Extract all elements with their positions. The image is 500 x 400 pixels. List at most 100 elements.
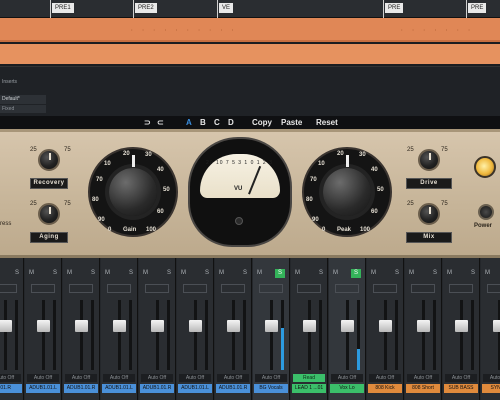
marker[interactable]: PRE [385, 3, 404, 13]
marker[interactable]: PRE [468, 3, 487, 13]
mute-button[interactable]: M [105, 270, 110, 276]
solo-button[interactable]: S [167, 270, 171, 276]
paste-button[interactable]: Paste [281, 117, 302, 128]
mute-button[interactable]: M [447, 270, 452, 276]
mute-button[interactable]: M [295, 270, 300, 276]
fader-track[interactable] [270, 300, 273, 370]
mixer-channel[interactable]: M S Auto Off ADUB1.01.L [177, 258, 214, 400]
pan-control[interactable] [0, 284, 17, 293]
mixer-channel[interactable]: M S Auto Off ADUB1.01.L [101, 258, 138, 400]
solo-button[interactable]: S [395, 270, 399, 276]
mute-button[interactable]: M [143, 270, 148, 276]
mixer-channel[interactable]: M S Read LEAD 1 ...01 [291, 258, 328, 400]
fader-cap[interactable] [0, 320, 12, 332]
fader-cap[interactable] [379, 320, 392, 332]
fader-cap[interactable] [417, 320, 430, 332]
solo-button[interactable]: S [15, 270, 19, 276]
drive-knob[interactable] [418, 149, 440, 171]
mute-button[interactable]: M [409, 270, 414, 276]
pan-control[interactable] [335, 284, 359, 293]
fader-track[interactable] [460, 300, 463, 370]
channel-name[interactable]: LEAD 1 ...01 [292, 384, 326, 393]
automation-mode[interactable]: Auto Off [27, 374, 59, 382]
fader-cap[interactable] [37, 320, 50, 332]
fader-cap[interactable] [493, 320, 500, 332]
channel-name[interactable]: SYNTH [482, 384, 500, 393]
pan-control[interactable] [297, 284, 321, 293]
automation-mode[interactable]: Auto Off [65, 374, 97, 382]
fader-cap[interactable] [113, 320, 126, 332]
solo-button[interactable]: S [471, 270, 475, 276]
channel-name[interactable]: 808 Kick [368, 384, 402, 393]
channel-name[interactable]: 808 Short [406, 384, 440, 393]
slot-a-button[interactable]: A [186, 117, 192, 128]
pan-control[interactable] [259, 284, 283, 293]
preset-selector[interactable]: Default* [0, 95, 46, 104]
mixer-channel[interactable]: MSSAuto OffVox Lo [329, 258, 366, 400]
mixer-channel[interactable]: M S Auto Off ADUB1.01.R [63, 258, 100, 400]
solo-button[interactable]: S [129, 270, 133, 276]
automation-mode[interactable]: Read [293, 374, 325, 382]
zero-adjust-screw[interactable] [235, 217, 243, 225]
fader-track[interactable] [308, 300, 311, 370]
mute-button[interactable]: M [67, 270, 72, 276]
mute-button[interactable]: M [371, 270, 376, 276]
audio-region-lane[interactable]: · · · · · · · · · · · · · · · · · [0, 18, 500, 42]
mixer-channel[interactable]: M S Auto Off 808 Short [405, 258, 442, 400]
mixer-channel[interactable]: M S Auto Off 808 Kick [367, 258, 404, 400]
fader-track[interactable] [232, 300, 235, 370]
automation-mode[interactable]: Auto Off [445, 374, 477, 382]
mute-button[interactable]: M [333, 270, 338, 276]
solo-button[interactable]: S [433, 270, 437, 276]
reset-button[interactable]: Reset [316, 117, 338, 128]
solo-button[interactable]: S [91, 270, 95, 276]
marker[interactable]: PRE2 [135, 3, 157, 13]
solo-active-button[interactable]: S [351, 269, 361, 278]
mixer-channel[interactable]: M S Auto Off SUB BASS [443, 258, 480, 400]
power-switch[interactable] [478, 204, 494, 220]
fader-track[interactable] [156, 300, 159, 370]
audio-region-lane[interactable] [0, 44, 500, 64]
fader-cap[interactable] [75, 320, 88, 332]
mixer-channel[interactable]: M S Auto Off ADUB1.01.R [215, 258, 252, 400]
slot-d-button[interactable]: D [228, 117, 234, 128]
channel-name[interactable]: ADUB1.01.L [26, 384, 60, 393]
fader-cap[interactable] [265, 320, 278, 332]
fader-track[interactable] [384, 300, 387, 370]
mixer-channel[interactable]: M S Auto Off ADUB1.01.R [139, 258, 176, 400]
solo-active-button[interactable]: S [275, 269, 285, 278]
slot-c-button[interactable]: C [214, 117, 220, 128]
fader-track[interactable] [346, 300, 349, 370]
mixer-channel[interactable]: MS Auto Off SYNTH [481, 258, 500, 400]
fader-cap[interactable] [341, 320, 354, 332]
fader-track[interactable] [4, 300, 7, 370]
channel-name[interactable]: SUB BASS [444, 384, 478, 393]
channel-name[interactable]: ADUB1.01.R [216, 384, 250, 393]
mute-button[interactable]: M [181, 270, 186, 276]
automation-mode[interactable]: Auto Off [255, 374, 287, 382]
channel-name[interactable]: ADUB1.01.L [102, 384, 136, 393]
mute-button[interactable]: M [219, 270, 224, 276]
fader-cap[interactable] [303, 320, 316, 332]
automation-mode[interactable]: Auto Off [0, 374, 21, 382]
pan-control[interactable] [449, 284, 473, 293]
fader-cap[interactable] [227, 320, 240, 332]
automation-mode[interactable]: Auto Off [407, 374, 439, 382]
automation-mode[interactable]: Auto Off [483, 374, 500, 382]
channel-name[interactable]: BG Vocals [254, 384, 288, 393]
pan-control[interactable] [411, 284, 435, 293]
redo-button[interactable]: ⊂ [157, 117, 164, 128]
pan-control[interactable] [69, 284, 93, 293]
fader-cap[interactable] [189, 320, 202, 332]
pan-control[interactable] [373, 284, 397, 293]
fader-track[interactable] [80, 300, 83, 370]
channel-name[interactable]: Vox Lo [330, 384, 364, 393]
solo-button[interactable]: S [53, 270, 57, 276]
aging-knob[interactable] [38, 203, 60, 225]
solo-button[interactable]: S [205, 270, 209, 276]
fader-cap[interactable] [455, 320, 468, 332]
mute-button[interactable]: M [485, 270, 490, 276]
fader-cap[interactable] [151, 320, 164, 332]
fader-track[interactable] [42, 300, 45, 370]
automation-mode[interactable]: Auto Off [217, 374, 249, 382]
